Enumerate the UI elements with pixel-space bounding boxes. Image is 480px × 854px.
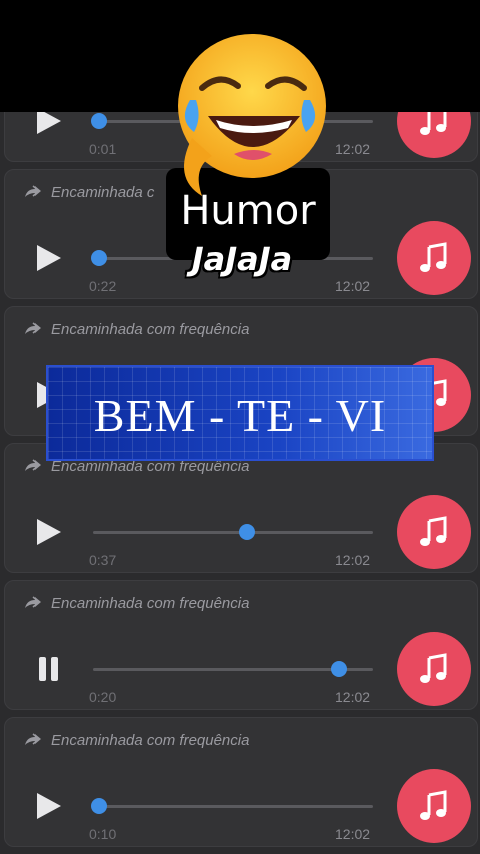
message-timestamp: 12:02 — [335, 689, 371, 705]
jaja-caption: JaJaJa — [191, 240, 293, 278]
audio-track[interactable] — [93, 805, 373, 808]
audio-duration: 0:37 — [89, 552, 117, 568]
forwarded-label: Encaminhada com frequência — [23, 319, 249, 339]
play-icon[interactable] — [31, 789, 65, 823]
play-icon[interactable] — [31, 112, 65, 138]
progress-knob[interactable] — [331, 661, 348, 677]
audio-duration: 0:01 — [89, 141, 117, 157]
message-timestamp: 12:02 — [335, 826, 371, 842]
progress-knob[interactable] — [90, 798, 107, 814]
forwarded-label: Encaminhada com frequência — [23, 730, 249, 750]
forward-icon — [25, 459, 41, 471]
audio-track[interactable] — [93, 531, 373, 534]
music-note-icon — [397, 495, 471, 569]
pause-icon[interactable] — [31, 652, 65, 686]
forwarded-text: Encaminhada c — [51, 183, 155, 201]
forward-icon — [25, 733, 41, 745]
music-note-icon — [397, 632, 471, 706]
play-icon[interactable] — [31, 515, 65, 549]
audio-duration: 0:20 — [89, 689, 117, 705]
forwarded-text: Encaminhada com frequência — [51, 320, 250, 338]
progress-knob[interactable] — [90, 250, 107, 266]
message-timestamp: 12:02 — [335, 278, 371, 294]
play-icon[interactable] — [31, 241, 65, 275]
banner-title: BEM - TE - VI — [93, 390, 387, 441]
forward-icon — [25, 596, 41, 608]
forwarded-label: Encaminhada c — [23, 182, 154, 202]
audio-message[interactable]: Encaminhada com frequência 0:10 12:02 — [4, 717, 478, 847]
message-timestamp: 12:02 — [335, 141, 371, 157]
music-note-icon — [397, 112, 471, 158]
audio-message[interactable]: Encaminhada com frequência 0:20 12:02 — [4, 580, 478, 710]
forward-icon — [25, 322, 41, 334]
progress-knob[interactable] — [90, 113, 107, 129]
forward-icon — [25, 185, 41, 197]
forwarded-text: Encaminhada com frequência — [51, 731, 250, 749]
audio-message[interactable]: Encaminhada com frequência 0:37 12:02 — [4, 443, 478, 573]
audio-duration: 0:10 — [89, 826, 117, 842]
progress-knob[interactable] — [239, 524, 255, 540]
forwarded-label: Encaminhada com frequência — [23, 593, 249, 613]
bem-te-vi-banner: BEM - TE - VI — [46, 365, 434, 461]
audio-duration: 0:22 — [89, 278, 117, 294]
laughing-emoji-icon — [178, 34, 326, 196]
music-note-icon — [397, 221, 471, 295]
forwarded-text: Encaminhada com frequência — [51, 594, 250, 612]
message-timestamp: 12:02 — [335, 552, 371, 568]
music-note-icon — [397, 769, 471, 843]
